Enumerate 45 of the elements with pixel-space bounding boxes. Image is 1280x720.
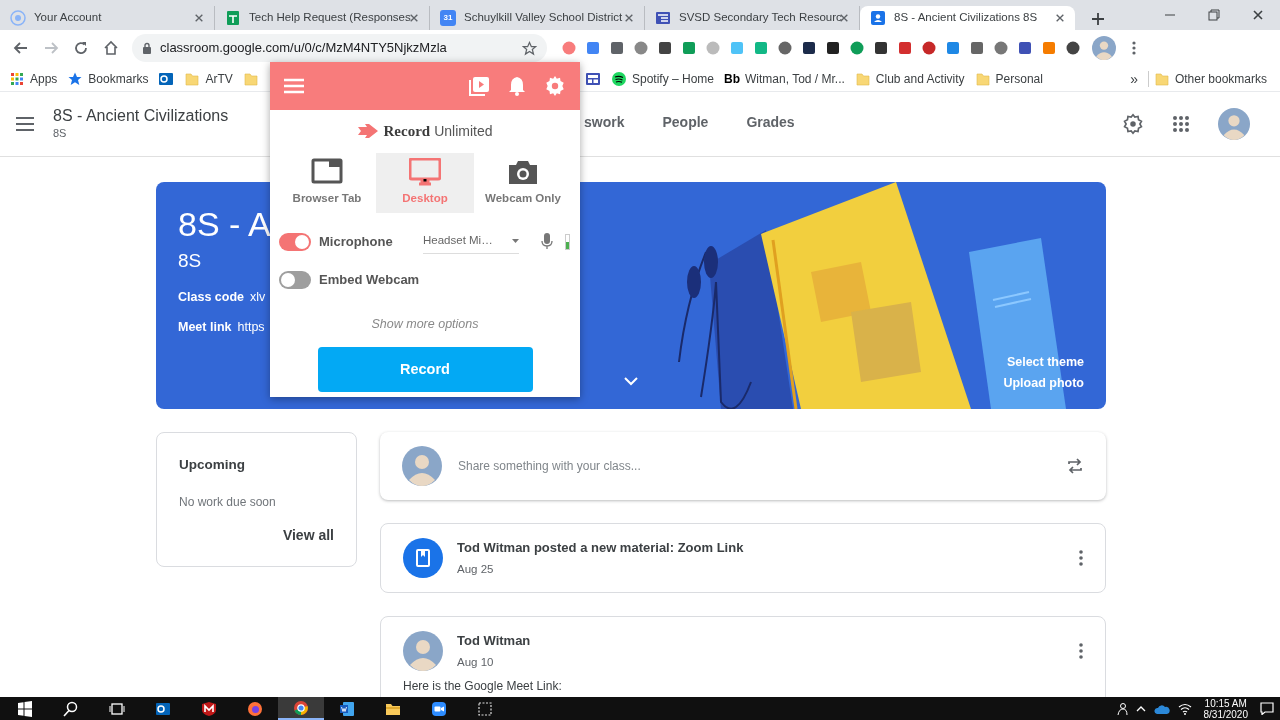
bookmark[interactable]: ArTV xyxy=(179,69,238,88)
brand-name: Unlimited xyxy=(434,121,493,141)
view-all-link[interactable]: View all xyxy=(282,525,334,546)
banner-title: 8S - A xyxy=(178,206,271,244)
bookmark[interactable]: Other bookmarks xyxy=(1148,69,1272,88)
card-title: Upcoming xyxy=(179,456,246,474)
detail-label: Class code xyxy=(178,288,244,306)
banner-section: 8S xyxy=(178,247,202,276)
banner-link[interactable]: Select theme xyxy=(1006,352,1084,372)
post-title: Tod Witman xyxy=(457,632,532,651)
bookmark[interactable]: Bookmarks xyxy=(62,69,154,88)
option-label: Microphone xyxy=(319,232,394,251)
browser-tab[interactable]: 8S - Ancient Civilizations 8S xyxy=(860,6,1075,30)
bb-logo: Bb xyxy=(724,70,741,88)
nav-tab[interactable]: People xyxy=(662,92,709,156)
bookmark[interactable]: Apps xyxy=(4,69,63,88)
brand-name: Record xyxy=(383,122,431,141)
overflow-chevron[interactable]: » xyxy=(1120,70,1149,87)
bookmark[interactable]: Club and Activity xyxy=(849,69,970,88)
post-card[interactable]: Tod Witman posted a new material: Zoom Link Aug 25 xyxy=(380,523,1106,593)
mode-button[interactable]: Browser Tab xyxy=(278,152,376,213)
post-title: Tod Witman posted a new material: Zoom Link xyxy=(457,539,745,558)
empty-message: No work due soon xyxy=(179,494,277,512)
detail-value: xlv xyxy=(250,288,266,306)
post-date: Aug 25 xyxy=(457,561,495,577)
more-options-link[interactable]: Show more options xyxy=(371,314,479,334)
device-dropdown[interactable]: Headset Mi… xyxy=(423,229,519,254)
option-label: Embed Webcam xyxy=(319,270,420,289)
banner-link[interactable]: Upload photo xyxy=(1003,374,1084,393)
bookmark[interactable]: Spotify – Home xyxy=(606,69,720,88)
class-title: 8S - Ancient Civilizations xyxy=(53,106,229,126)
nav-tab[interactable]: Grades xyxy=(746,92,795,156)
detail-label: Meet link xyxy=(178,318,232,336)
nav-tab[interactable]: swork xyxy=(584,92,625,156)
share-field[interactable]: Share something with your class... xyxy=(456,456,1052,476)
calendar-icon: 31 xyxy=(440,10,456,26)
clock[interactable]: 10:15 AM 8/31/2020 xyxy=(1199,697,1252,720)
detail-value: https xyxy=(237,318,265,336)
bookmark-label[interactable]: Witman, Tod / Mr... xyxy=(745,69,845,88)
post-date: Aug 10 xyxy=(457,654,495,670)
class-section: 8S xyxy=(53,125,67,142)
mode-button[interactable]: Webcam Only xyxy=(474,152,572,213)
post-text: Here is the Google Meet Link: xyxy=(403,678,563,695)
bookmark[interactable]: Personal xyxy=(969,69,1048,88)
address-bar[interactable]: classroom.google.com/u/0/c/MzM4NTY5NjkzMzla xyxy=(132,34,547,62)
